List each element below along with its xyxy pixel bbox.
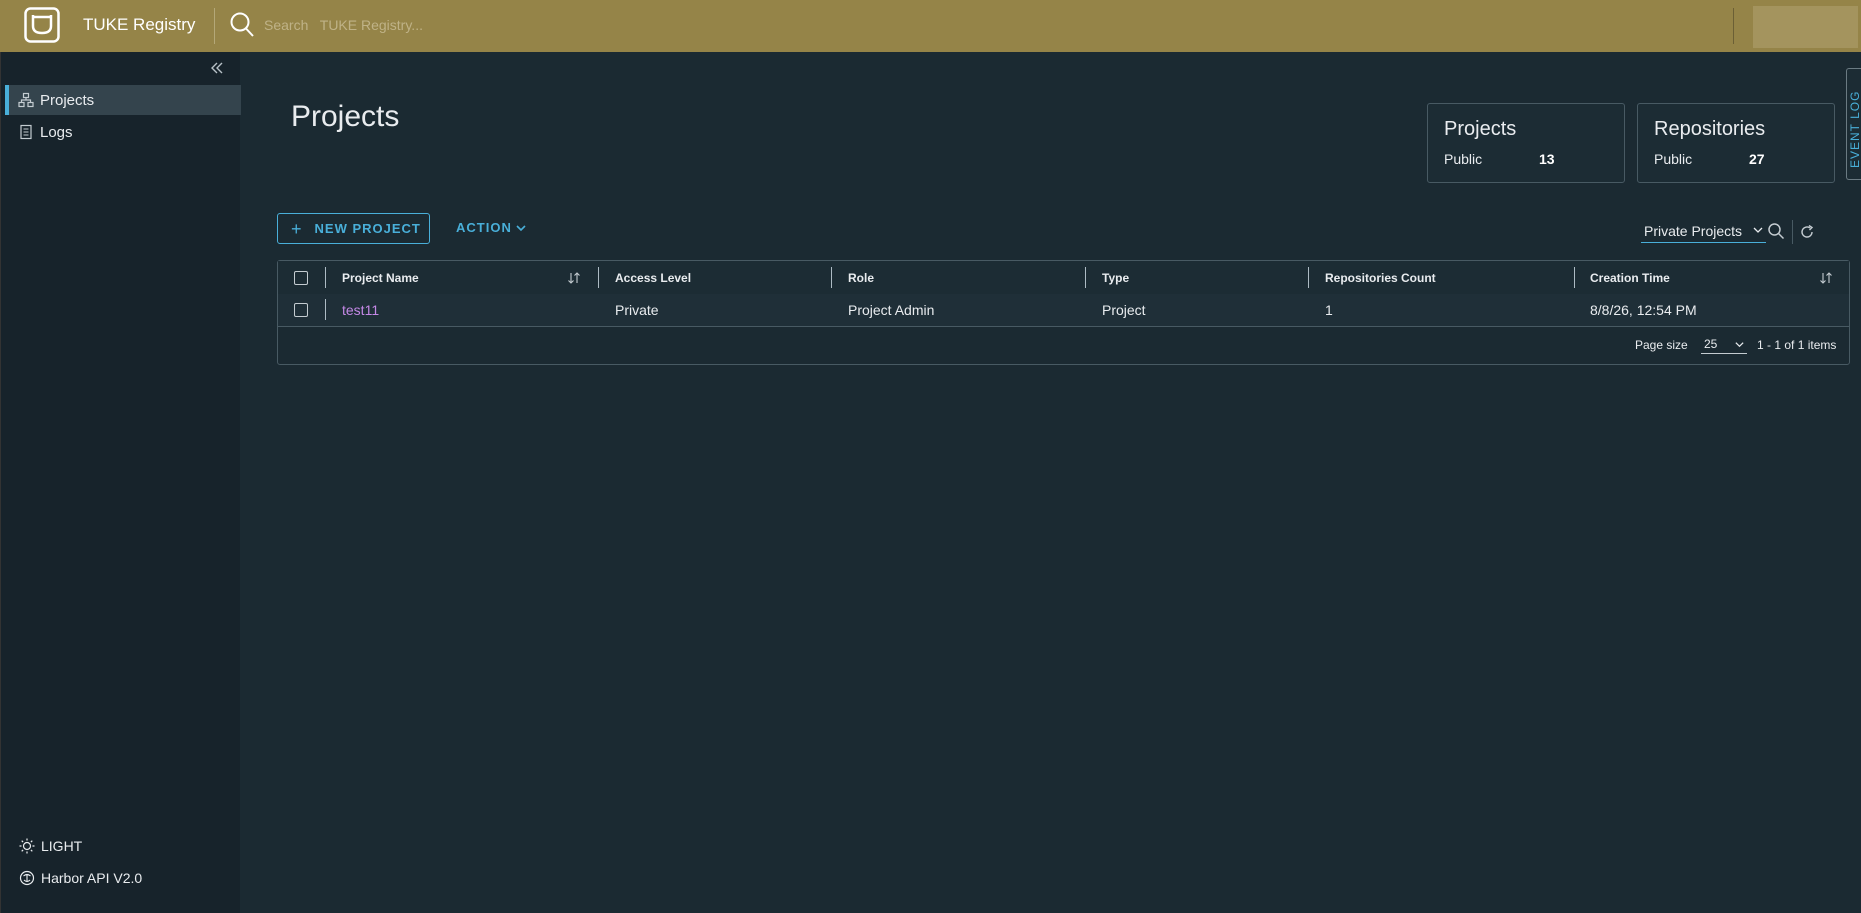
refresh-icon[interactable]: [1799, 224, 1815, 240]
logs-icon: [20, 124, 32, 140]
sort-icon[interactable]: [567, 271, 581, 285]
stat-card-title: Projects: [1444, 118, 1517, 140]
pagination-info: 1 - 1 of 1 items: [1757, 338, 1837, 352]
chevron-down-icon: [516, 224, 526, 231]
stat-card-title: Repositories: [1654, 118, 1766, 140]
user-menu[interactable]: [1753, 6, 1858, 48]
column-header-type[interactable]: Type: [1102, 261, 1129, 294]
column-divider: [1308, 267, 1309, 288]
column-divider: [1574, 267, 1575, 288]
page-size-value: 25: [1704, 337, 1718, 351]
filter-search-icon[interactable]: [1767, 222, 1785, 240]
chevron-down-icon: [1735, 342, 1744, 348]
toolbar-divider: [1792, 220, 1793, 244]
theme-toggle[interactable]: LIGHT: [19, 838, 82, 854]
column-header-project-name[interactable]: Project Name: [342, 261, 419, 294]
sidebar-item-label: Projects: [40, 91, 95, 109]
project-name-link[interactable]: test11: [342, 294, 379, 326]
column-divider: [1085, 267, 1086, 288]
repositories-count-cell: 1: [1325, 302, 1333, 318]
column-divider: [325, 299, 326, 320]
stat-card-value: 27: [1749, 151, 1765, 167]
column-header-role[interactable]: Role: [848, 261, 874, 294]
sidebar: Projects Logs LIGHT Harbor API V2.0: [0, 52, 241, 913]
api-icon: [19, 870, 35, 886]
row-checkbox[interactable]: [294, 303, 308, 317]
search-icon: [230, 12, 254, 37]
collapse-sidebar-icon[interactable]: [209, 60, 225, 76]
type-cell: Project: [1102, 302, 1146, 318]
stat-card-label: Public: [1654, 151, 1693, 167]
sidebar-item-projects[interactable]: Projects: [5, 85, 241, 115]
role-cell: Project Admin: [848, 302, 935, 318]
project-filter-select[interactable]: Private Projects: [1641, 221, 1766, 243]
app-title[interactable]: TUKE Registry: [83, 15, 195, 35]
plus-icon: +: [291, 218, 303, 239]
api-link-label: Harbor API V2.0: [41, 870, 143, 886]
table-row[interactable]: test11 Private Project Admin Project 1 8…: [278, 294, 1849, 327]
theme-toggle-label: LIGHT: [41, 838, 83, 854]
page-size-select[interactable]: 25: [1701, 334, 1747, 354]
header-divider-right: [1733, 8, 1734, 44]
harbor-logo-icon[interactable]: [24, 7, 60, 43]
column-header-repositories-count[interactable]: Repositories Count: [1325, 261, 1436, 294]
event-log-label: EVENT LOG: [1848, 90, 1861, 168]
filter-selected-value: Private Projects: [1644, 223, 1743, 239]
repositories-stat-card: Repositories Public 27: [1637, 103, 1835, 183]
event-log-tab[interactable]: EVENT LOG: [1846, 68, 1861, 180]
column-header-access-level[interactable]: Access Level: [615, 261, 691, 294]
projects-stat-card: Projects Public 13: [1427, 103, 1625, 183]
table-footer: Page size 25 1 - 1 of 1 items: [278, 327, 1849, 364]
access-level-cell: Private: [615, 302, 659, 318]
chevron-down-icon: [1753, 227, 1763, 233]
column-divider: [325, 267, 326, 288]
projects-table: Project Name Access Level Role Type Repo…: [277, 260, 1850, 365]
new-project-button[interactable]: + NEW PROJECT: [277, 213, 430, 244]
select-all-cell: [278, 261, 325, 294]
sidebar-item-label: Logs: [40, 123, 73, 141]
sort-icon[interactable]: [1819, 271, 1833, 285]
stat-card-value: 13: [1539, 151, 1555, 167]
page-title: Projects: [291, 100, 400, 133]
api-explorer-link[interactable]: Harbor API V2.0: [19, 870, 142, 886]
new-project-label: NEW PROJECT: [314, 221, 421, 236]
column-divider: [831, 267, 832, 288]
column-header-creation-time[interactable]: Creation Time: [1590, 261, 1670, 294]
action-dropdown-button[interactable]: ACTION: [456, 220, 527, 235]
action-label: ACTION: [456, 220, 512, 235]
header-divider: [214, 8, 215, 44]
column-divider: [598, 267, 599, 288]
global-search-input[interactable]: [262, 12, 686, 38]
projects-icon: [18, 92, 34, 108]
sun-icon: [19, 838, 35, 854]
top-header: TUKE Registry: [0, 0, 1861, 52]
sidebar-item-logs[interactable]: Logs: [5, 117, 241, 147]
select-all-checkbox[interactable]: [294, 270, 308, 285]
stat-card-label: Public: [1444, 151, 1483, 167]
creation-time-cell: 8/8/26, 12:54 PM: [1590, 302, 1697, 318]
row-select-cell: [278, 294, 325, 326]
table-header: Project Name Access Level Role Type Repo…: [278, 261, 1849, 295]
page-size-label: Page size: [1635, 338, 1688, 352]
